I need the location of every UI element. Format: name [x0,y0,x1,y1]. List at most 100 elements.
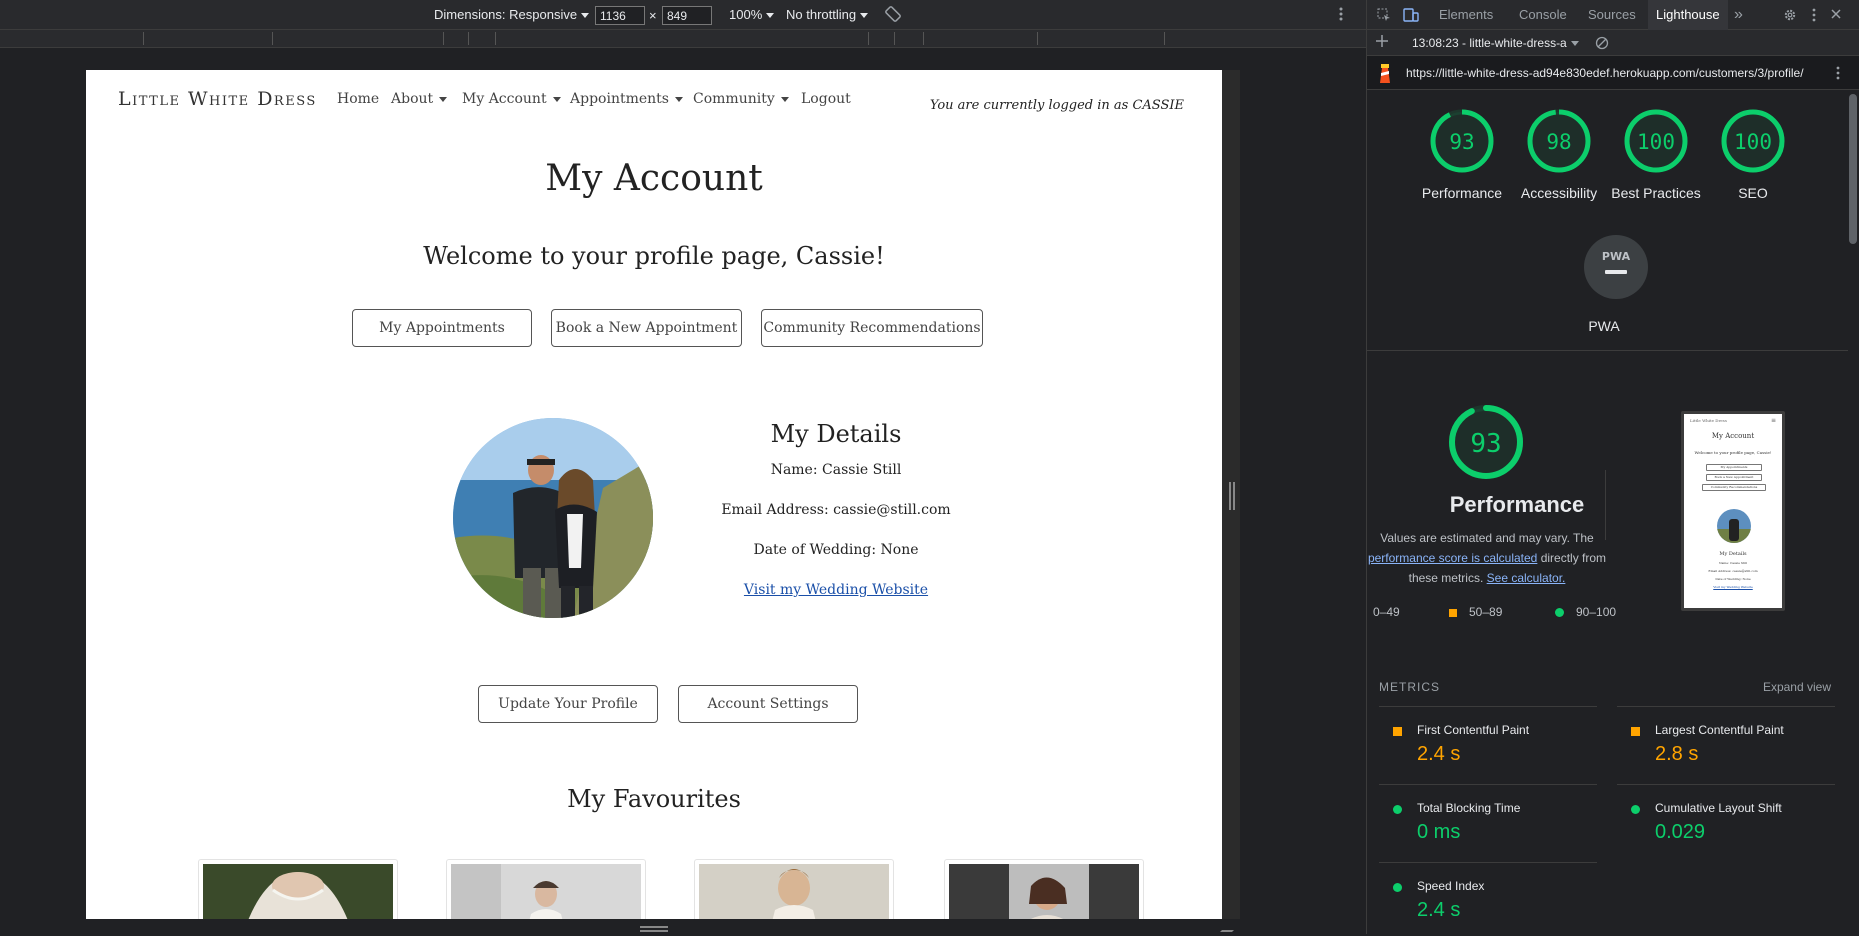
device-toggle-icon[interactable] [1403,8,1419,22]
width-input[interactable] [595,6,645,25]
favourite-card[interactable] [944,859,1144,919]
inspect-icon[interactable] [1377,8,1391,22]
throttling-label: No throttling [786,7,857,22]
gear-icon[interactable] [1783,8,1797,22]
see-calculator-link[interactable]: See calculator. [1487,571,1566,585]
nav-my-account[interactable]: My Account [462,91,561,107]
favourite-card[interactable] [694,859,894,919]
score-label: Best Practices [1611,185,1701,201]
report-scroll-thumb[interactable] [1849,94,1857,244]
thumb-menu-icon: ≡ [1770,417,1776,424]
legend-high-label: 90–100 [1576,605,1617,619]
favourites-heading: My Favourites [567,785,741,813]
community-recommendations-button[interactable]: Community Recommendations [761,309,983,347]
thumb-link: Visit my Wedding Website [1713,585,1753,589]
more-vertical-icon[interactable] [1835,66,1841,83]
report-select[interactable]: 13:08:23 - little-white-dress-a [1412,36,1579,50]
favourite-card[interactable] [446,859,646,919]
nav-home[interactable]: Home [337,91,379,107]
performance-gauge[interactable]: 93 Performance [1417,108,1507,203]
detail-name: Name: Cassie Still [770,462,902,478]
book-appointment-button[interactable]: Book a New Appointment [551,309,742,347]
average-square-icon [1393,727,1402,736]
more-vertical-icon[interactable] [1807,8,1821,22]
tab-console[interactable]: Console [1511,0,1575,30]
pwa-label: PWA [1588,318,1620,334]
account-settings-button[interactable]: Account Settings [678,685,858,723]
metric-name: Largest Contentful Paint [1655,723,1784,737]
score-ring: 100 [1721,109,1785,173]
favourite-image [451,864,641,919]
pass-circle-icon [1393,805,1402,814]
ruler-tick [495,32,496,45]
add-icon[interactable] [1375,34,1389,51]
resize-handle-right[interactable] [1229,482,1235,510]
dimensions-select[interactable]: Dimensions: Responsive [434,7,590,22]
favourite-card[interactable] [198,859,398,919]
nav-appointments-label: Appointments [570,91,669,107]
score-label: SEO [1738,185,1768,201]
expand-view-toggle[interactable]: Expand view [1763,680,1831,694]
update-profile-button[interactable]: Update Your Profile [478,685,658,723]
close-icon[interactable] [1829,8,1843,22]
detail-email: Email Address: cassie@still.com [721,502,951,518]
average-square-icon [1449,608,1457,617]
chevron-down-icon [552,96,561,102]
profile-avatar [453,418,653,618]
metric-first-contentful-paint: First Contentful Paint 2.4 s [1379,706,1597,780]
metric-value: 2.4 s [1417,899,1461,921]
audited-url[interactable]: https://little-white-dress-ad94e830edef.… [1406,66,1804,80]
throttling-select[interactable]: No throttling [786,7,869,22]
thumb-avatar-figure [1729,519,1739,541]
thumb-brand: Little White Dress [1690,418,1727,423]
score-value: 93 [1449,130,1474,154]
brand-logo[interactable]: Little White Dress [118,88,317,110]
media-query-ruler [0,30,1366,48]
metric-name: Speed Index [1417,879,1485,893]
metric-largest-contentful-paint: Largest Contentful Paint 2.8 s [1617,706,1835,780]
more-tabs-button[interactable]: » [1726,0,1751,30]
tab-lighthouse[interactable]: Lighthouse [1648,0,1728,30]
seo-gauge[interactable]: 100 SEO [1708,108,1798,203]
nav-community[interactable]: Community [693,91,789,107]
ruler-tick [468,32,469,45]
note-text: these metrics. [1408,571,1484,585]
devtools-tabbar: Elements Console Sources Lighthouse » [1367,0,1859,30]
zoom-select[interactable]: 100% [729,7,775,22]
accessibility-gauge[interactable]: 98 Accessibility [1514,108,1604,203]
pass-circle-icon [1393,883,1402,892]
score-ring: 100 [1624,109,1688,173]
height-input[interactable] [662,6,712,25]
nav-about[interactable]: About [391,91,448,107]
nav-about-label: About [391,91,434,107]
emulated-page: Little White Dress Home About My Account… [86,70,1222,919]
rotate-icon[interactable] [884,5,902,26]
my-appointments-button[interactable]: My Appointments [352,309,532,347]
clear-icon[interactable] [1595,36,1609,53]
audited-url-bar: https://little-white-dress-ad94e830edef.… [1367,56,1859,90]
pwa-gauge[interactable]: PWA PWA [1571,234,1661,334]
devtools-panel: Elements Console Sources Lighthouse » 13… [1366,0,1859,934]
tab-sources[interactable]: Sources [1580,0,1644,30]
tab-elements[interactable]: Elements [1431,0,1501,30]
average-square-icon [1631,727,1640,736]
best-practices-gauge[interactable]: 100 Best Practices [1611,108,1701,203]
ruler-tick [894,32,895,45]
more-vertical-icon[interactable] [1338,6,1344,25]
metric-value: 0.029 [1655,821,1706,843]
score-calculated-link[interactable]: performance score is calculated [1368,551,1537,565]
vertical-divider [1605,470,1606,540]
nav-logout[interactable]: Logout [801,91,851,107]
page-screenshot-thumbnail[interactable]: Little White Dress ≡ My Account Welcome … [1681,411,1785,611]
nav-community-label: Community [693,91,775,107]
ruler-tick [923,32,924,45]
site-navbar: Little White Dress Home About My Account… [86,70,1222,140]
score-value: 100 [1734,130,1772,154]
metric-name: Cumulative Layout Shift [1655,801,1782,815]
performance-big-gauge: 93 [1449,405,1523,479]
pwa-badge-icon: PWA [1584,235,1648,299]
nav-appointments[interactable]: Appointments [570,91,683,107]
resize-handle-bottom[interactable] [640,926,668,932]
wedding-website-link[interactable]: Visit my Wedding Website [744,582,928,598]
ruler-tick [272,32,273,45]
